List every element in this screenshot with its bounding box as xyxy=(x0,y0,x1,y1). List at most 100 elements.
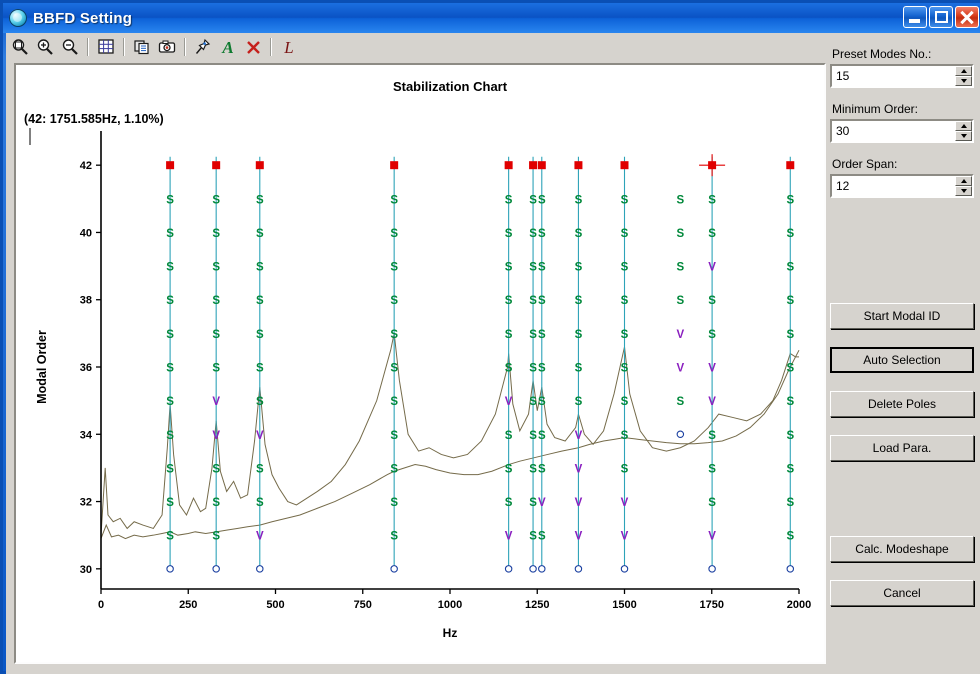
rejected-pole-circle[interactable] xyxy=(166,565,174,573)
minimum-order-spin-buttons[interactable] xyxy=(955,121,972,141)
order-span-input[interactable]: 12 xyxy=(830,174,974,198)
stable-pole-marker[interactable]: S xyxy=(256,194,264,206)
stable-pole-marker[interactable]: S xyxy=(708,329,716,341)
pole-column[interactable]: S S S S S S V V S S S xyxy=(212,156,221,573)
stable-pole-marker[interactable]: S xyxy=(390,194,398,206)
stable-pole-marker[interactable]: S xyxy=(786,262,794,274)
stable-pole-marker[interactable]: S xyxy=(575,329,583,341)
selected-mode-square[interactable] xyxy=(620,161,629,170)
pole-column[interactable]: S S S S V V S xyxy=(676,194,685,439)
rejected-pole-circle[interactable] xyxy=(620,565,629,573)
stable-pole-marker[interactable]: S xyxy=(505,295,513,307)
stable-pole-marker[interactable]: S xyxy=(166,363,174,375)
camera-icon[interactable] xyxy=(156,36,178,58)
order-span-spinner[interactable]: 12 xyxy=(830,174,974,198)
stable-pole-marker[interactable]: S xyxy=(677,194,685,206)
unstable-pole-marker[interactable]: V xyxy=(505,531,513,543)
close-button[interactable] xyxy=(955,6,979,28)
stable-pole-marker[interactable]: S xyxy=(166,194,174,206)
preset-modes-spinner[interactable]: 15 xyxy=(830,64,974,88)
stable-pole-marker[interactable]: S xyxy=(621,430,629,442)
rejected-pole-circle[interactable] xyxy=(676,430,685,439)
rejected-pole-circle[interactable] xyxy=(708,565,716,573)
stable-pole-marker[interactable]: S xyxy=(505,430,513,442)
minimum-order-input[interactable]: 30 xyxy=(830,119,974,143)
stable-pole-marker[interactable]: S xyxy=(529,329,537,341)
stable-pole-marker[interactable]: S xyxy=(529,396,537,408)
stable-pole-marker[interactable]: S xyxy=(212,531,220,543)
stable-pole-marker[interactable]: S xyxy=(212,329,220,341)
unstable-pole-marker[interactable]: V xyxy=(575,531,583,543)
pole-column[interactable]: S S S S S S S S S S S xyxy=(529,156,538,573)
stable-pole-marker[interactable]: S xyxy=(390,463,398,475)
pole-column[interactable]: S S S S S S V S S S V xyxy=(504,156,513,573)
preset-modes-spin-down[interactable] xyxy=(955,76,972,86)
selected-mode-square[interactable] xyxy=(529,161,538,170)
selected-mode-square[interactable] xyxy=(390,161,399,170)
stable-pole-marker[interactable]: S xyxy=(786,363,794,375)
unstable-pole-marker[interactable]: V xyxy=(575,463,583,475)
stable-pole-marker[interactable]: S xyxy=(166,262,174,274)
rejected-pole-circle[interactable] xyxy=(529,565,537,573)
stable-pole-marker[interactable]: S xyxy=(212,228,220,240)
selected-mode-square[interactable] xyxy=(504,161,513,170)
unstable-pole-marker[interactable]: V xyxy=(212,396,220,408)
order-span-spin-down[interactable] xyxy=(955,186,972,196)
stable-pole-marker[interactable]: S xyxy=(786,295,794,307)
stabilization-chart-panel[interactable]: Stabilization Chart (42: 1751.585Hz, 1.10… xyxy=(14,63,826,664)
stable-pole-marker[interactable]: S xyxy=(256,329,264,341)
rejected-pole-circle[interactable] xyxy=(574,565,583,573)
stable-pole-marker[interactable]: S xyxy=(538,363,546,375)
stable-pole-marker[interactable]: S xyxy=(166,463,174,475)
unstable-pole-marker[interactable]: V xyxy=(538,497,546,509)
stable-pole-marker[interactable]: S xyxy=(256,363,264,375)
stable-pole-marker[interactable]: S xyxy=(786,430,794,442)
selected-mode-square[interactable] xyxy=(212,161,221,170)
stable-pole-marker[interactable]: S xyxy=(212,295,220,307)
stable-pole-marker[interactable]: S xyxy=(390,531,398,543)
stable-pole-marker[interactable]: S xyxy=(708,430,716,442)
rejected-pole-circle[interactable] xyxy=(538,565,546,573)
stable-pole-marker[interactable]: S xyxy=(621,194,629,206)
stable-pole-marker[interactable]: S xyxy=(256,295,264,307)
minimize-button[interactable] xyxy=(903,6,927,28)
load-para-button[interactable]: Load Para. xyxy=(830,435,974,461)
stable-pole-marker[interactable]: S xyxy=(390,497,398,509)
stable-pole-marker[interactable]: S xyxy=(575,194,583,206)
stable-pole-marker[interactable]: S xyxy=(621,363,629,375)
stable-pole-marker[interactable]: S xyxy=(529,295,537,307)
stable-pole-marker[interactable]: S xyxy=(529,531,537,543)
stable-pole-marker[interactable]: S xyxy=(256,497,264,509)
stable-pole-marker[interactable]: S xyxy=(538,194,546,206)
stable-pole-marker[interactable]: S xyxy=(212,262,220,274)
pole-column[interactable]: S S S S S S S S S V V xyxy=(620,156,629,573)
stable-pole-marker[interactable]: S xyxy=(166,295,174,307)
pole-column[interactable]: S S S S S S S V V V V xyxy=(574,156,583,573)
text-a-icon[interactable]: A xyxy=(217,36,239,58)
unstable-pole-marker[interactable]: V xyxy=(677,363,685,375)
unstable-pole-marker[interactable]: V xyxy=(575,497,583,509)
stable-pole-marker[interactable]: S xyxy=(505,228,513,240)
stable-pole-marker[interactable]: S xyxy=(621,329,629,341)
stable-pole-marker[interactable]: S xyxy=(786,329,794,341)
stable-pole-marker[interactable]: S xyxy=(212,497,220,509)
pole-column[interactable]: S S S S S S S S S S S xyxy=(786,156,795,573)
preset-modes-input[interactable]: 15 xyxy=(830,64,974,88)
stable-pole-marker[interactable]: S xyxy=(786,396,794,408)
unstable-pole-marker[interactable]: V xyxy=(708,262,716,274)
pole-column[interactable]: S S V S S V V S S S V xyxy=(699,154,726,573)
rejected-pole-circle[interactable] xyxy=(212,565,220,573)
stable-pole-marker[interactable]: S xyxy=(621,396,629,408)
stable-pole-marker[interactable]: S xyxy=(390,396,398,408)
zoom-in-icon[interactable] xyxy=(34,36,56,58)
unstable-pole-marker[interactable]: V xyxy=(708,396,716,408)
stable-pole-marker[interactable]: S xyxy=(390,363,398,375)
order-span-spin-buttons[interactable] xyxy=(955,176,972,196)
unstable-pole-marker[interactable]: V xyxy=(505,396,513,408)
stable-pole-marker[interactable]: S xyxy=(505,497,513,509)
stable-pole-marker[interactable]: S xyxy=(621,228,629,240)
stable-pole-marker[interactable]: S xyxy=(390,262,398,274)
stable-pole-marker[interactable]: S xyxy=(677,295,685,307)
rejected-pole-circle[interactable] xyxy=(786,565,795,573)
unstable-pole-marker[interactable]: V xyxy=(256,531,264,543)
